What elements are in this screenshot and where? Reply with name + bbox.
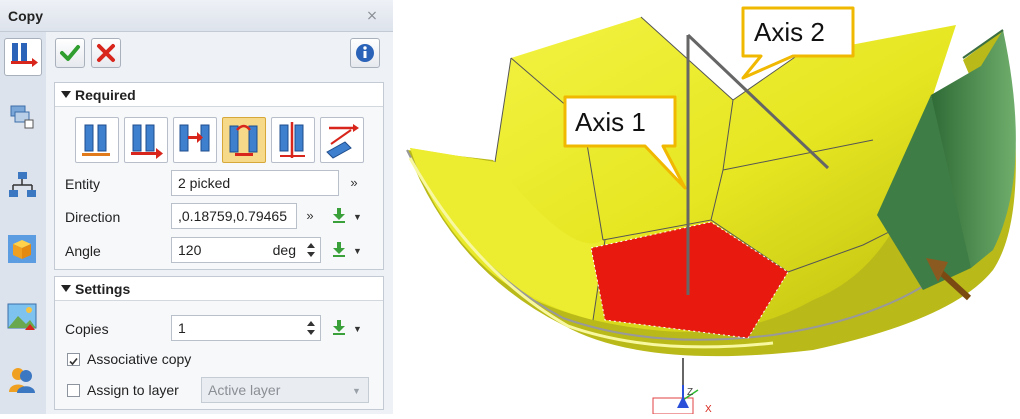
settings-title: Settings <box>75 281 131 297</box>
triad-x-label: X <box>705 404 712 414</box>
axis-2-label: Axis 2 <box>754 17 825 47</box>
image-icon[interactable] <box>5 300 41 336</box>
copies-value: 1 <box>178 320 186 336</box>
coordinate-triad-icon: Z X <box>652 385 712 415</box>
mode-translate-copy[interactable] <box>75 117 119 163</box>
copy-tool-icon[interactable] <box>4 38 42 76</box>
direction-label: Direction <box>65 209 121 225</box>
angle-label: Angle <box>65 243 101 259</box>
copies-dropdown-icon[interactable]: ▼ <box>353 324 363 334</box>
mode-rotate-copy[interactable] <box>222 117 266 163</box>
layer-select[interactable]: Active layer ▼ <box>201 377 369 403</box>
hierarchy-icon[interactable] <box>5 168 41 204</box>
direction-dropdown-icon[interactable]: ▼ <box>353 212 363 222</box>
triad-z-label: Z <box>687 387 693 398</box>
align-copy-icon <box>326 124 359 159</box>
panel-title: Copy <box>8 8 43 24</box>
required-title: Required <box>75 87 136 103</box>
cancel-button[interactable] <box>91 38 121 68</box>
collapse-triangle-icon <box>61 285 71 292</box>
angle-unit: deg <box>272 242 296 258</box>
angle-dropdown-icon[interactable]: ▼ <box>353 246 363 256</box>
cube-icon[interactable] <box>5 232 41 268</box>
collapse-triangle-icon <box>61 91 71 98</box>
mode-align-copy[interactable] <box>320 117 364 163</box>
info-icon <box>356 44 374 62</box>
close-icon[interactable]: ⨯ <box>364 7 380 23</box>
angle-pick-icon[interactable] <box>330 240 348 258</box>
axis-1-label: Axis 1 <box>575 107 646 137</box>
3d-viewport[interactable]: Axis 1 Axis 2 Z X <box>393 0 1020 415</box>
translate-copy-icon <box>82 124 110 156</box>
angle-spinner-icon[interactable] <box>306 240 316 260</box>
copies-label: Copies <box>65 321 109 337</box>
assign-to-layer-checkbox[interactable] <box>67 384 80 397</box>
checkmark-icon <box>60 45 80 61</box>
entity-field[interactable]: 2 picked <box>171 170 339 196</box>
layers-icon[interactable] <box>5 100 41 136</box>
mode-point-to-point-copy[interactable] <box>173 117 217 163</box>
axis-copy-icon <box>279 122 305 158</box>
angle-value: 120 <box>178 242 202 258</box>
copies-pick-icon[interactable] <box>330 318 348 336</box>
vertical-toolbar <box>0 32 46 414</box>
viewport-canvas: Axis 1 Axis 2 Z X <box>406 6 1016 415</box>
direction-pick-icon[interactable] <box>330 206 348 224</box>
required-header[interactable]: Required <box>55 83 383 107</box>
associative-copy-label: Associative copy <box>87 351 192 367</box>
copies-field[interactable]: 1 <box>171 315 321 341</box>
required-section: Required Entity 2 picked » Direction ,0.… <box>54 82 384 270</box>
entity-chevron-icon[interactable]: » <box>347 176 361 190</box>
point-to-point-icon <box>179 124 210 152</box>
panel-content: Required Entity 2 picked » Direction ,0.… <box>46 32 393 414</box>
copy-panel: Copy ⨯ Required Entity 2 picked » Direct… <box>0 0 393 414</box>
info-button[interactable] <box>350 38 380 68</box>
direction-chevron-icon[interactable]: » <box>303 209 317 223</box>
layer-select-value: Active layer <box>208 382 281 398</box>
rotate-copy-icon <box>229 124 258 156</box>
check-icon <box>69 357 78 366</box>
copies-spinner-icon[interactable] <box>306 318 316 338</box>
layer-select-dropdown-icon: ▼ <box>352 386 361 396</box>
user-icon[interactable] <box>5 362 41 398</box>
move-copy-icon <box>131 124 163 159</box>
angle-field[interactable]: 120 deg <box>171 237 321 263</box>
x-icon <box>97 44 115 62</box>
assign-to-layer-label: Assign to layer <box>87 382 179 398</box>
settings-header[interactable]: Settings <box>55 277 383 301</box>
entity-label: Entity <box>65 176 101 192</box>
settings-section: Settings Copies 1 ▼ Associative copy Ass… <box>54 276 384 410</box>
direction-field[interactable]: ,0.18759,0.79465 <box>171 203 297 229</box>
associative-copy-checkbox[interactable] <box>67 353 80 366</box>
ok-button[interactable] <box>55 38 85 68</box>
mode-move-copy[interactable] <box>124 117 168 163</box>
panel-titlebar: Copy ⨯ <box>0 0 393 32</box>
bowl-model[interactable] <box>406 16 1016 357</box>
mode-axis-copy[interactable] <box>271 117 315 163</box>
